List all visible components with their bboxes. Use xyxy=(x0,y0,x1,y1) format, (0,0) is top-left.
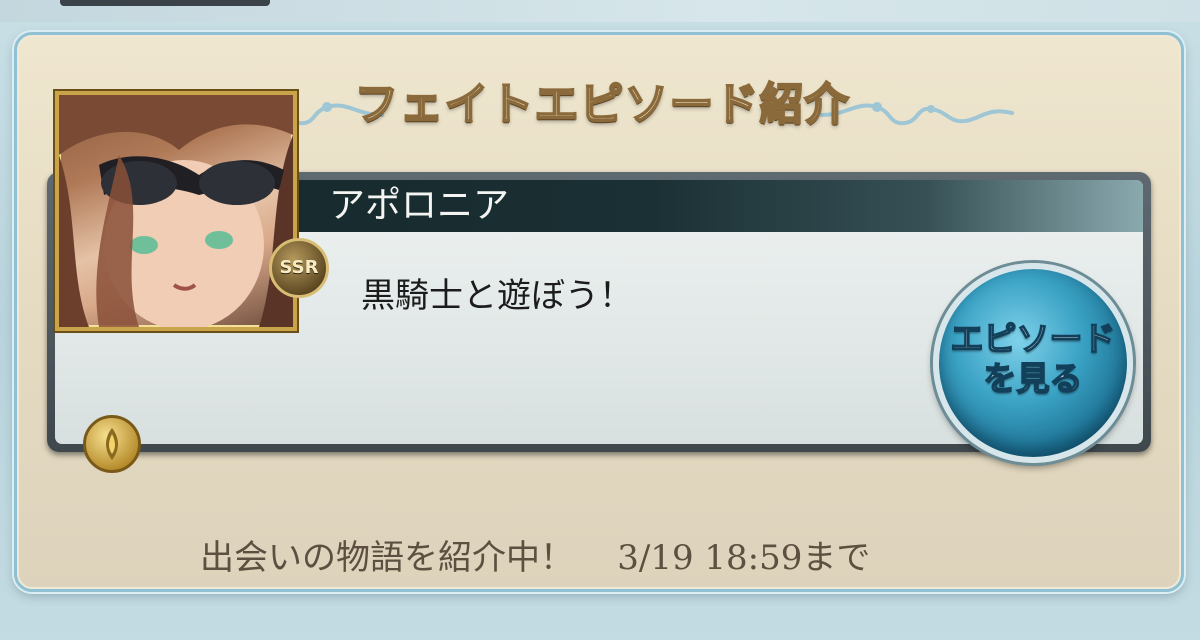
episode-title: 黒騎士と遊ぼう！ xyxy=(361,276,633,316)
rarity-badge: SSR xyxy=(269,238,329,298)
wind-element-icon xyxy=(83,415,141,473)
panel-title: フェイトエピソード紹介 xyxy=(354,78,850,131)
portrait-illustration xyxy=(59,95,293,327)
character-name: アポロニア xyxy=(329,185,510,226)
view-episode-label-line2: を見る xyxy=(983,358,1084,399)
view-episode-button[interactable]: エピソード を見る xyxy=(933,263,1133,463)
character-portrait[interactable] xyxy=(55,91,297,331)
footer-message: 出会いの物語を紹介中！ xyxy=(200,538,574,578)
fate-episode-panel: フェイトエピソード紹介 アポロニア 黒騎士と遊ぼう！ SSR エピソード を見る… xyxy=(14,32,1184,592)
footer-deadline: 3/19 18:59まで xyxy=(617,538,871,578)
footer-info: 出会いの物語を紹介中！ 3/19 18:59まで xyxy=(200,533,870,583)
view-episode-label-line1: エピソード xyxy=(950,318,1117,359)
top-overlay-tab xyxy=(60,0,270,6)
